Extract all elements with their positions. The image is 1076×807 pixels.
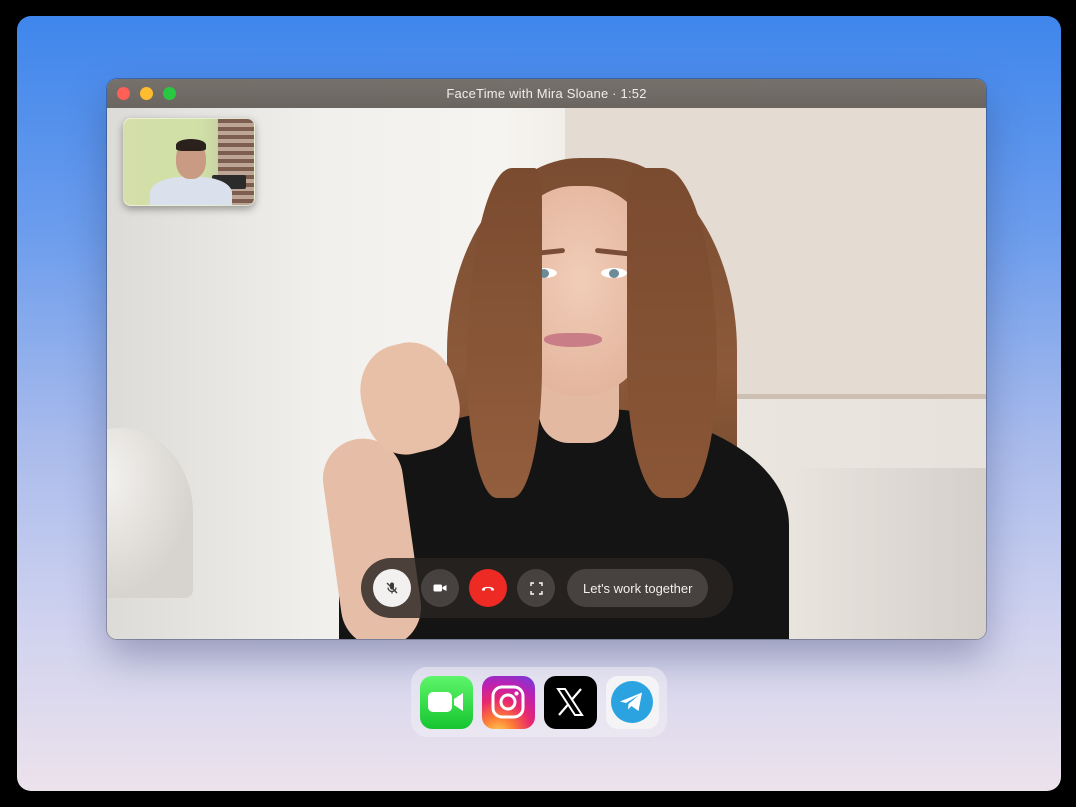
self-view-thumbnail[interactable] [123, 118, 255, 206]
cta-button[interactable]: Let's work together [567, 569, 709, 607]
minimize-window-button[interactable] [140, 87, 153, 100]
fullscreen-button[interactable] [517, 569, 555, 607]
mute-button[interactable] [373, 569, 411, 607]
x-app-icon[interactable] [543, 675, 597, 729]
zoom-window-button[interactable] [163, 87, 176, 100]
remote-video-feed: Let's work together [107, 108, 986, 639]
background-shadow [787, 468, 986, 639]
window-title: FaceTime with Mira Sloane · 1:52 [446, 86, 647, 101]
instagram-app-icon[interactable] [481, 675, 535, 729]
caller-hair-left [467, 168, 542, 498]
desktop-background: FaceTime with Mira Sloane · 1:52 Let's w… [17, 16, 1061, 791]
caller-lips [544, 333, 602, 347]
fullscreen-icon [529, 581, 543, 595]
phone-hangup-icon [482, 586, 494, 591]
x-logo-icon [556, 688, 584, 716]
end-call-button[interactable] [469, 569, 507, 607]
background-lamp [107, 428, 193, 598]
self-view-body [150, 177, 232, 205]
instagram-icon [491, 685, 525, 719]
camera-button[interactable] [421, 569, 459, 607]
window-controls [117, 87, 176, 100]
facetime-window: FaceTime with Mira Sloane · 1:52 Let's w… [107, 79, 986, 639]
app-dock [411, 667, 667, 737]
mic-off-icon [386, 582, 398, 594]
caller-right-eye [601, 268, 627, 278]
call-controls-bar: Let's work together [361, 558, 733, 618]
facetime-icon [428, 692, 463, 712]
video-camera-icon [433, 584, 447, 592]
telegram-app-icon[interactable] [605, 675, 659, 729]
close-window-button[interactable] [117, 87, 130, 100]
self-view-hair [176, 139, 206, 151]
facetime-app-icon[interactable] [419, 675, 473, 729]
telegram-icon [611, 681, 653, 723]
title-bar[interactable]: FaceTime with Mira Sloane · 1:52 [107, 79, 986, 108]
